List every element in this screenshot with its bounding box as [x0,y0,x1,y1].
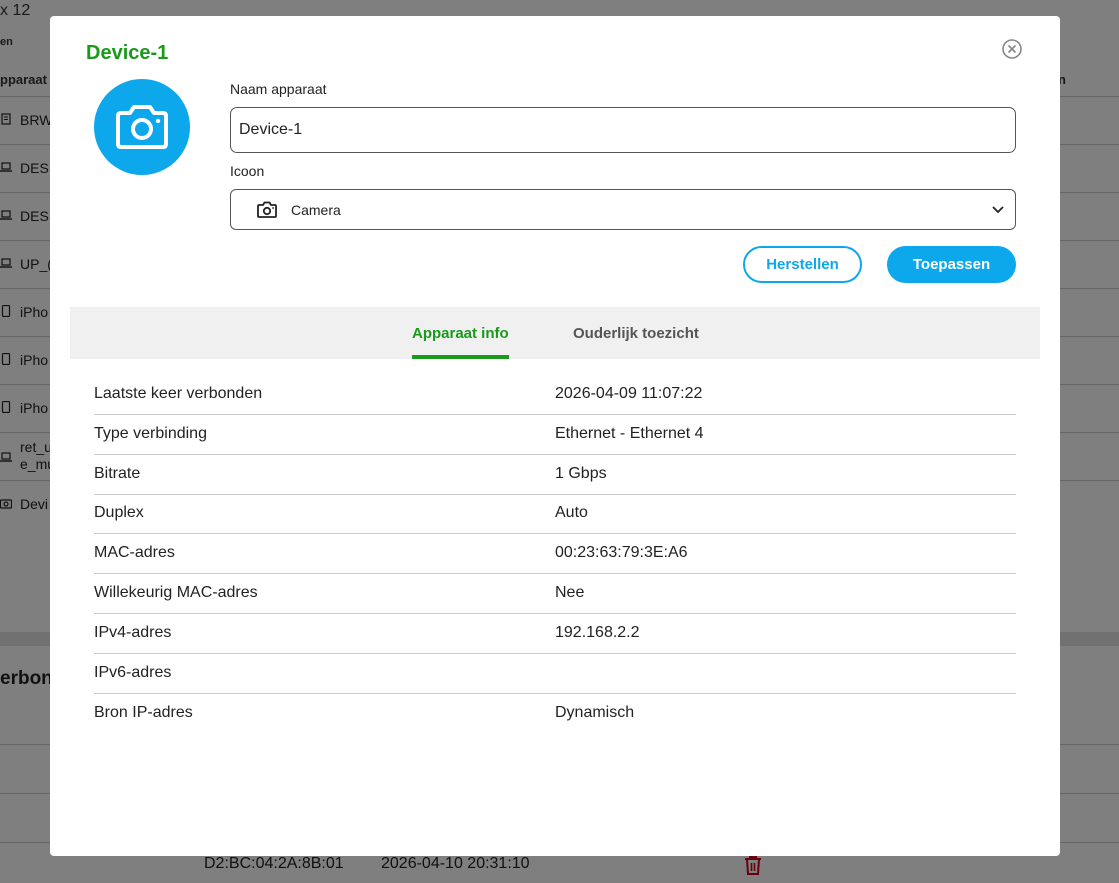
info-key: IPv4-adres [94,624,172,641]
info-value: 00:23:63:79:3E:A6 [555,544,688,561]
row-divider [94,414,1016,415]
camera-icon [116,105,168,149]
info-key: Bitrate [94,465,141,482]
row-divider [94,494,1016,495]
row-divider [94,653,1016,654]
info-key: Laatste keer verbonden [94,385,263,402]
icon-select[interactable]: Camera [230,189,1016,230]
info-row: Bron IP-adres Dynamisch [94,704,1016,744]
info-key: Willekeurig MAC-adres [94,584,258,601]
info-row: Duplex Auto [94,504,1016,544]
row-divider [94,573,1016,574]
info-value: 2026-04-09 11:07:22 [555,385,703,402]
info-value: Auto [555,504,588,521]
info-value: Dynamisch [555,704,635,721]
info-value: 192.168.2.2 [555,624,640,641]
device-avatar [94,79,190,175]
camera-icon [257,201,277,218]
info-value: 1 Gbps [555,465,607,482]
name-field-label: Naam apparaat [230,81,327,97]
info-row: Laatste keer verbonden 2026-04-09 11:07:… [94,385,1016,425]
tab-device-info[interactable]: Apparaat info [412,325,509,342]
row-divider [94,533,1016,534]
active-tab-indicator [412,355,509,359]
modal-title: Device-1 [86,42,169,64]
info-value: Ethernet - Ethernet 4 [555,425,704,442]
apply-button[interactable]: Toepassen [887,246,1016,283]
row-divider [94,693,1016,694]
info-row: Bitrate 1 Gbps [94,465,1016,505]
info-key: Type verbinding [94,425,207,442]
device-details-modal: Device-1 Naam apparaat Icoon Camera Hers… [50,16,1060,856]
icon-select-value: Camera [291,202,341,218]
info-row: MAC-adres 00:23:63:79:3E:A6 [94,544,1016,584]
info-key: IPv6-adres [94,664,172,681]
info-row: IPv6-adres [94,664,1016,704]
info-row: Type verbinding Ethernet - Ethernet 4 [94,425,1016,465]
icon-field-label: Icoon [230,163,265,179]
info-row: Willekeurig MAC-adres Nee [94,584,1016,624]
tab-bar: Apparaat info Ouderlijk toezicht [70,307,1040,359]
close-icon[interactable] [1002,39,1022,59]
chevron-down-icon [992,206,1004,214]
device-name-input[interactable] [230,107,1016,153]
info-key: MAC-adres [94,544,175,561]
row-divider [94,613,1016,614]
info-key: Bron IP-adres [94,704,193,721]
tab-parental-control[interactable]: Ouderlijk toezicht [573,325,699,342]
row-divider [94,454,1016,455]
info-key: Duplex [94,504,144,521]
reset-button[interactable]: Herstellen [743,246,862,283]
info-row: IPv4-adres 192.168.2.2 [94,624,1016,664]
info-value: Nee [555,584,585,601]
